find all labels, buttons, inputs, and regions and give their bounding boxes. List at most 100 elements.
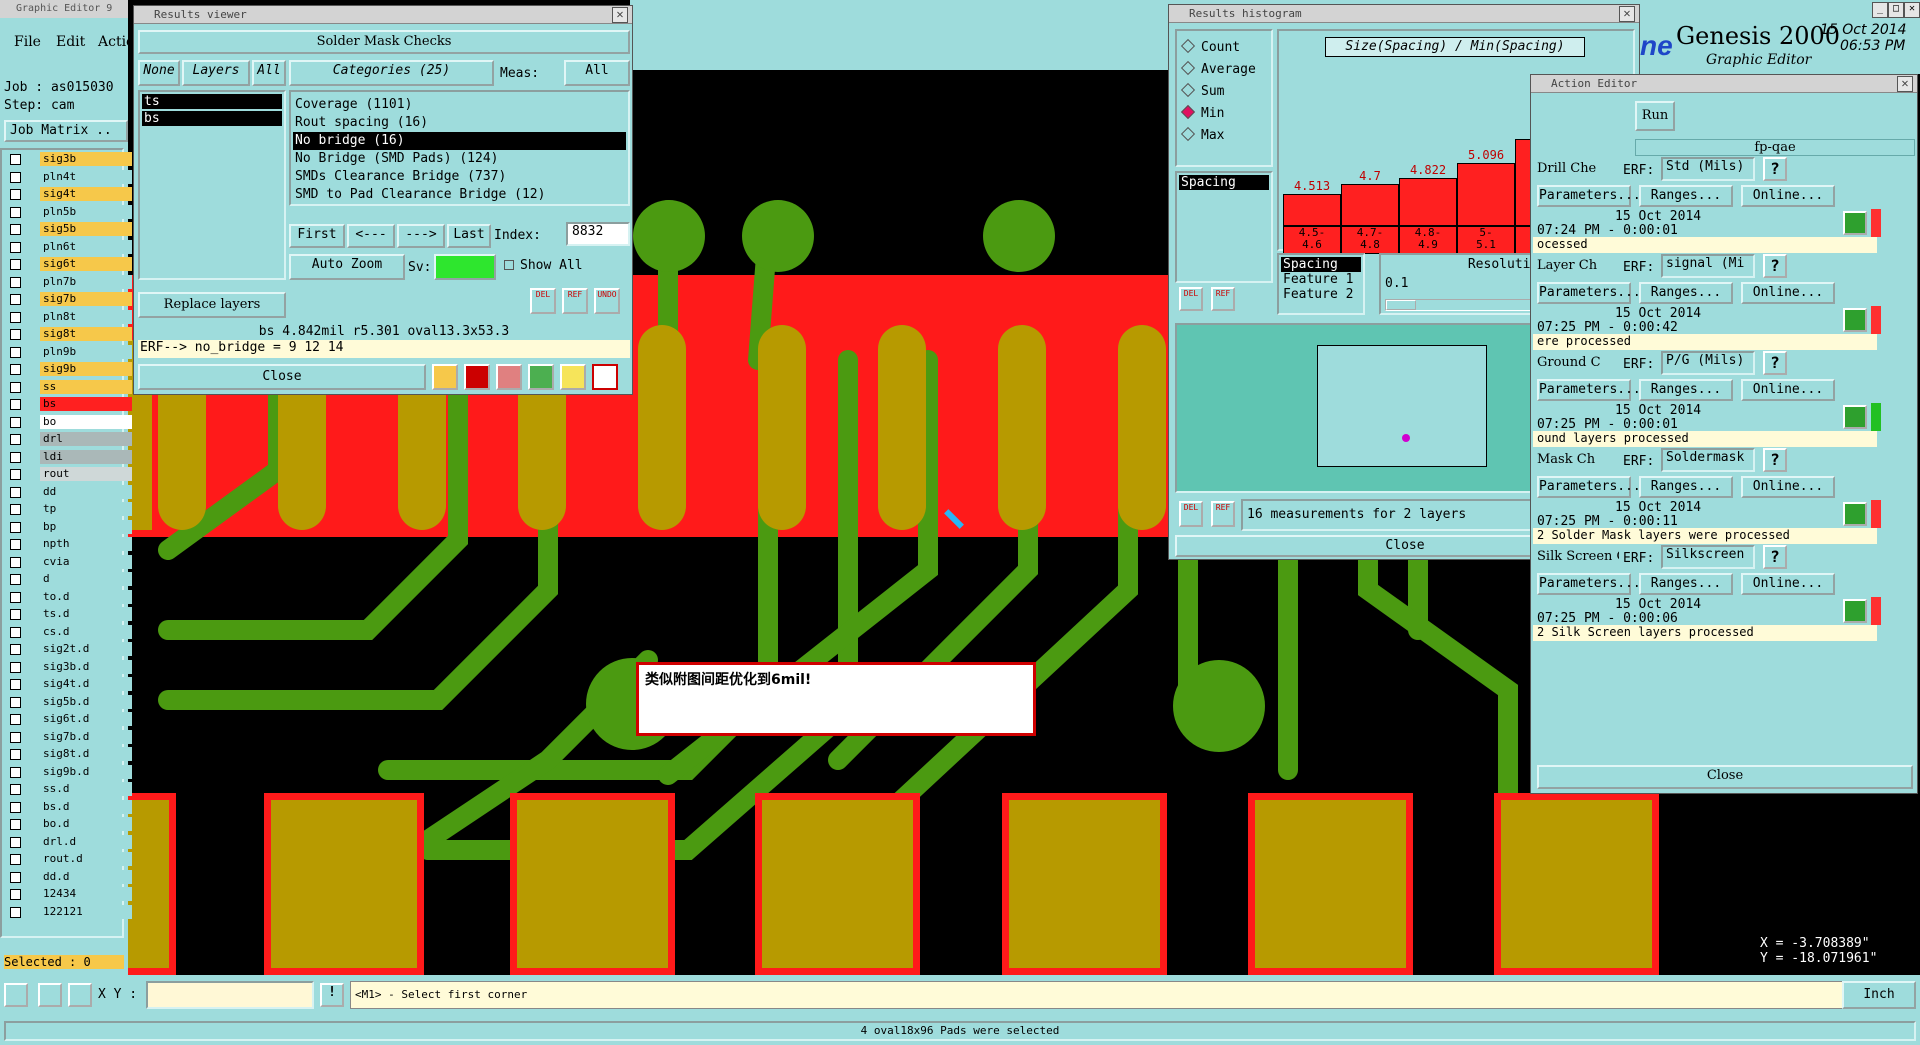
- close-icon[interactable]: ✕: [1904, 2, 1920, 18]
- none-button[interactable]: None: [138, 60, 180, 86]
- online-button[interactable]: Online...: [1741, 573, 1835, 595]
- close-icon[interactable]: ✕: [1897, 76, 1913, 92]
- layer-row-cs.d[interactable]: cs.d: [10, 624, 132, 640]
- histogram-bar[interactable]: [1283, 193, 1341, 226]
- meas-dropdown[interactable]: All: [564, 60, 630, 86]
- online-button[interactable]: Online...: [1741, 282, 1835, 304]
- layer-checkbox[interactable]: [10, 381, 21, 393]
- layer-checkbox[interactable]: [10, 276, 21, 288]
- prev-button[interactable]: <---: [347, 224, 395, 248]
- action-name[interactable]: Silk Screen Che: [1537, 549, 1619, 564]
- histogram-option-min[interactable]: Min: [1177, 103, 1271, 125]
- grid-icon[interactable]: [68, 983, 92, 1007]
- zoom-icon[interactable]: [1843, 502, 1867, 526]
- layer-checkbox[interactable]: [10, 311, 21, 323]
- layer-row-sig5b.d[interactable]: sig5b.d: [10, 694, 132, 710]
- snap-icon[interactable]: [4, 983, 28, 1007]
- layer-checkbox[interactable]: [10, 416, 21, 428]
- results-close-button[interactable]: Close: [138, 364, 426, 390]
- histogram-option-count[interactable]: Count: [1177, 37, 1271, 59]
- action-name[interactable]: Mask Ch: [1537, 452, 1619, 467]
- zoom-icon[interactable]: [1843, 211, 1867, 235]
- layer-row-bo[interactable]: bo: [10, 414, 132, 430]
- layer-row-to.d[interactable]: to.d: [10, 589, 132, 605]
- layer-checkbox[interactable]: [10, 504, 21, 515]
- layer-checkbox[interactable]: [10, 521, 21, 533]
- layer-checkbox[interactable]: [10, 574, 21, 585]
- layer-row-pln9b[interactable]: pln9b: [10, 344, 132, 360]
- layer-checkbox[interactable]: [10, 696, 21, 708]
- histogram-option-max[interactable]: Max: [1177, 125, 1271, 147]
- layer-checkbox[interactable]: [10, 714, 21, 725]
- layer-row-ss[interactable]: ss: [10, 379, 132, 395]
- help-button[interactable]: ?: [1763, 254, 1787, 278]
- layer-checkbox[interactable]: [10, 241, 21, 253]
- sv-color-dropdown[interactable]: [434, 254, 496, 280]
- layer-checkbox[interactable]: [10, 259, 21, 270]
- help-button[interactable]: ?: [1763, 545, 1787, 569]
- last-button[interactable]: Last: [447, 224, 491, 248]
- zoom-icon[interactable]: [1843, 308, 1867, 332]
- zoom-icon[interactable]: [1843, 599, 1867, 623]
- layer-checkbox[interactable]: [10, 889, 21, 900]
- layer-row-dd[interactable]: dd: [10, 484, 132, 500]
- layer-checkbox[interactable]: [10, 784, 21, 795]
- ranges-button[interactable]: Ranges...: [1639, 476, 1733, 498]
- menu-file[interactable]: File: [14, 34, 41, 50]
- layer-row-pln7b[interactable]: pln7b: [10, 274, 132, 290]
- close-icon[interactable]: ✕: [1619, 6, 1635, 22]
- action-editor-close-button[interactable]: Close: [1537, 765, 1913, 789]
- layer-checkbox[interactable]: [10, 871, 21, 883]
- layer-checkbox[interactable]: [10, 609, 21, 620]
- layer-row-ldi[interactable]: ldi: [10, 449, 132, 465]
- layer-checkbox[interactable]: [10, 836, 21, 848]
- erf-dropdown[interactable]: Soldermask: [1661, 448, 1755, 472]
- first-button[interactable]: First: [289, 224, 345, 248]
- layer-checkbox[interactable]: [10, 329, 21, 340]
- layer-row-sig6t[interactable]: sig6t: [10, 257, 132, 272]
- layer-checkbox[interactable]: [10, 434, 21, 445]
- histogram-option-sum[interactable]: Sum: [1177, 81, 1271, 103]
- del-icon[interactable]: DEL: [1179, 501, 1203, 527]
- ranges-button[interactable]: Ranges...: [1639, 379, 1733, 401]
- layer-row-sig8t.d[interactable]: sig8t.d: [10, 747, 132, 762]
- layer-checkbox[interactable]: [10, 766, 21, 778]
- erf-dropdown[interactable]: P/G (Mils): [1661, 351, 1755, 375]
- layer-row-bo.d[interactable]: bo.d: [10, 817, 132, 832]
- layer-row-d[interactable]: d: [10, 572, 132, 587]
- layer-checkbox[interactable]: [10, 539, 21, 550]
- layer-row-sig7b[interactable]: sig7b: [10, 292, 132, 307]
- layer-row-ts.d[interactable]: ts.d: [10, 607, 132, 622]
- category-item[interactable]: SMD to Pad Clearance Bridge (12): [293, 186, 626, 204]
- layer-checkbox[interactable]: [10, 749, 21, 760]
- report-icon[interactable]: [560, 364, 586, 390]
- menu-actions[interactable]: Actio: [98, 34, 128, 50]
- online-button[interactable]: Online...: [1741, 476, 1835, 498]
- action-name[interactable]: Drill Che: [1537, 161, 1619, 176]
- online-button[interactable]: Online...: [1741, 379, 1835, 401]
- action-name[interactable]: Layer Ch: [1537, 258, 1619, 273]
- xy-input[interactable]: [146, 981, 314, 1009]
- layer-checkbox[interactable]: [10, 486, 21, 498]
- layer-row-122121[interactable]: 122121: [10, 904, 132, 920]
- layer-row-drl.d[interactable]: drl.d: [10, 834, 132, 850]
- layer-row-pln8t[interactable]: pln8t: [10, 309, 132, 325]
- category-item[interactable]: Coverage (1101): [293, 96, 626, 114]
- spacing-feature-item[interactable]: Spacing: [1281, 257, 1361, 272]
- category-item[interactable]: No Bridge (SMD Pads) (124): [293, 150, 626, 168]
- help-button[interactable]: ?: [1763, 351, 1787, 375]
- menu-edit[interactable]: Edit: [56, 34, 85, 50]
- job-matrix-button[interactable]: Job Matrix ..: [4, 120, 128, 142]
- erf-dropdown[interactable]: Silkscreen: [1661, 545, 1755, 569]
- ranges-button[interactable]: Ranges...: [1639, 573, 1733, 595]
- feature-2-item[interactable]: Feature 2: [1281, 287, 1361, 302]
- histogram-option-average[interactable]: Average: [1177, 59, 1271, 81]
- index-input[interactable]: 8832: [566, 222, 630, 246]
- all-button[interactable]: All: [252, 60, 286, 86]
- layer-row-npth[interactable]: npth: [10, 537, 132, 552]
- layers-button[interactable]: Layers: [182, 60, 250, 86]
- layer-row-sig4t.d[interactable]: sig4t.d: [10, 677, 132, 692]
- stop-icon[interactable]: [464, 364, 490, 390]
- spacing-item[interactable]: Spacing: [1179, 175, 1269, 190]
- layer-checkbox[interactable]: [10, 469, 21, 480]
